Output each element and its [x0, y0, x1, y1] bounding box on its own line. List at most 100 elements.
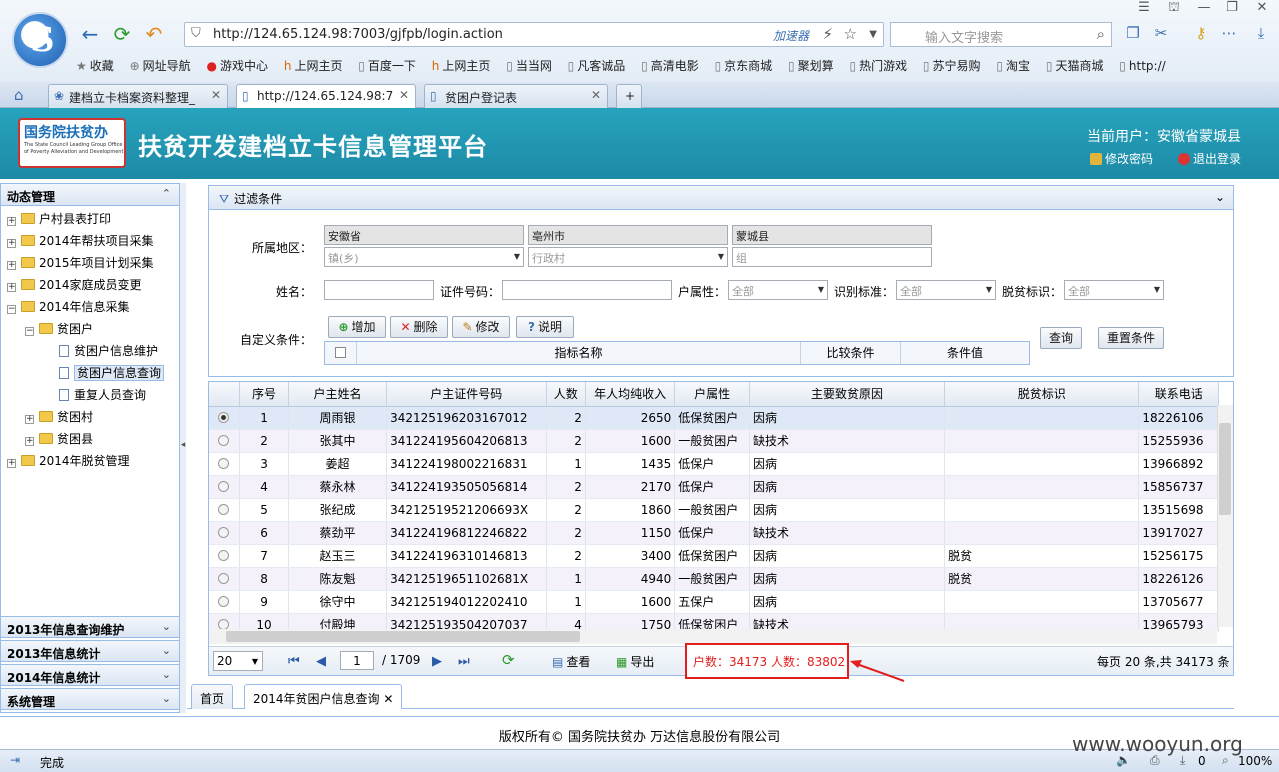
- select-all-checkbox[interactable]: [325, 342, 357, 364]
- view-button[interactable]: ▤ 查看: [552, 653, 590, 670]
- close-tab-icon[interactable]: ✕: [211, 88, 221, 102]
- collapse-icon[interactable]: ⌄: [1215, 190, 1225, 204]
- row-radio[interactable]: [209, 475, 240, 499]
- fav-item[interactable]: ▯ 当当网: [506, 57, 552, 74]
- fav-item[interactable]: ▯ 苏宁易购: [923, 57, 981, 74]
- tree-item-household-maintain[interactable]: 贫困户信息维护: [59, 342, 158, 360]
- prev-page-icon[interactable]: ◀: [316, 654, 326, 669]
- reset-button[interactable]: 重置条件: [1098, 327, 1164, 349]
- logout-link[interactable]: 退出登录: [1178, 150, 1241, 167]
- filter-header[interactable]: ⛛ 过滤条件 ⌄: [209, 186, 1233, 210]
- group-field[interactable]: 组: [732, 247, 932, 267]
- restore-icon[interactable]: ❐: [1222, 0, 1242, 15]
- tree-item-poor-household[interactable]: − 贫困户: [25, 320, 93, 338]
- address-bar[interactable]: ⛉ http://124.65.124.98:7003/gjfpb/login.…: [184, 22, 884, 47]
- table-row[interactable]: 3 姜超 341224198002216831 1 1435 低保户 因病 13966892: [209, 452, 1219, 476]
- menu-icon[interactable]: ☰: [1134, 0, 1154, 15]
- search-box[interactable]: 输入文字搜索 ⌕: [890, 22, 1112, 47]
- browser-tab[interactable]: ❀ 建档立卡档案资料整理_ ✕: [48, 84, 228, 108]
- clipboard-icon[interactable]: ❐: [1122, 24, 1144, 42]
- table-row[interactable]: 2 张其中 341224195604206813 2 1600 一般贫困户 缺技术 15255…: [209, 429, 1219, 453]
- collapse-icon[interactable]: ⌃: [162, 187, 171, 200]
- sidebar-section-2013-stats[interactable]: 2013年信息统计 ⌄: [1, 640, 179, 662]
- key-icon[interactable]: ⚷: [1190, 24, 1212, 42]
- tab-household-query[interactable]: 2014年贫困户信息查询 ✕: [244, 684, 403, 709]
- id-input[interactable]: [502, 280, 672, 300]
- add-button[interactable]: ⊕ 增加: [328, 316, 386, 338]
- sidebar-section-system[interactable]: 系统管理 ⌄: [1, 688, 179, 710]
- table-row[interactable]: 6 蔡劲平 341224196812246822 2 1150 低保户 缺技术 1391702…: [209, 521, 1219, 545]
- star-icon[interactable]: ☆: [844, 25, 857, 43]
- page-number-input[interactable]: 1: [340, 651, 374, 670]
- row-radio[interactable]: [209, 567, 240, 591]
- fav-item[interactable]: ▯ 百度一下: [358, 57, 416, 74]
- new-tab-button[interactable]: +: [616, 84, 642, 108]
- col-header[interactable]: 主要致贫原因: [749, 382, 946, 407]
- sidebar-section-2013-query[interactable]: 2013年信息查询维护 ⌄: [1, 616, 179, 638]
- minimize-icon[interactable]: —: [1194, 0, 1214, 15]
- back-arrow-icon[interactable]: ←: [78, 22, 102, 46]
- row-radio[interactable]: [209, 590, 240, 614]
- browser-tab[interactable]: ▯ 贫困户登记表 ✕: [424, 84, 608, 108]
- table-row[interactable]: 5 张纪成 34212519521206693X 2 1860 一般贫困户 因病 135156…: [209, 498, 1219, 522]
- export-button[interactable]: ▦ 导出: [616, 653, 654, 670]
- edit-button[interactable]: ✎ 修改: [452, 316, 510, 338]
- download-icon[interactable]: ⤓: [1250, 24, 1272, 42]
- search-icon[interactable]: ⌕: [1097, 25, 1105, 43]
- skin-icon[interactable]: ⛫: [1164, 0, 1184, 17]
- tree-item-poor-county[interactable]: + 贫困县: [25, 430, 93, 448]
- refresh-icon[interactable]: ⟳: [110, 22, 134, 46]
- url-text[interactable]: http://124.65.124.98:7003/gjfpb/login.ac…: [213, 27, 503, 42]
- lightning-icon[interactable]: ⚡: [822, 25, 833, 43]
- col-header[interactable]: 年人均纯收入: [585, 382, 676, 407]
- dropdown-icon[interactable]: ▼: [869, 29, 877, 40]
- name-input[interactable]: [324, 280, 434, 300]
- tuopin-select[interactable]: 全部 ▼: [1064, 280, 1164, 300]
- tree-item-print[interactable]: + 户村县表打印: [7, 210, 111, 228]
- first-page-icon[interactable]: ⏮: [288, 654, 300, 669]
- accelerator-label[interactable]: 加速器: [773, 27, 809, 44]
- query-button[interactable]: 查询: [1040, 327, 1082, 349]
- col-header[interactable]: 序号: [239, 382, 290, 407]
- col-header[interactable]: 联系电话: [1138, 382, 1219, 407]
- close-tab-icon[interactable]: ✕: [383, 692, 393, 706]
- fav-item[interactable]: h 上网主页: [432, 57, 491, 74]
- expand-icon[interactable]: ⌄: [162, 620, 171, 633]
- expand-icon[interactable]: ⌄: [162, 668, 171, 681]
- fav-item[interactable]: ▯ 天猫商城: [1046, 57, 1104, 74]
- col-header[interactable]: 户主证件号码: [386, 382, 547, 407]
- table-row[interactable]: 9 徐守中 342125194012202410 1 1600 五保户 因病 13705677: [209, 590, 1219, 614]
- fav-item[interactable]: ▯ 热门游戏: [849, 57, 907, 74]
- tree-item-2014-project[interactable]: +2014年帮扶项目采集: [7, 232, 154, 250]
- row-radio[interactable]: [209, 521, 240, 545]
- home-icon[interactable]: ⌂: [14, 86, 24, 104]
- tree-item-2014-collect[interactable]: −2014年信息采集: [7, 298, 130, 316]
- fav-item[interactable]: ▯ 京东商城: [715, 57, 773, 74]
- close-window-icon[interactable]: ✕: [1252, 0, 1272, 15]
- fav-item[interactable]: ▯ http://: [1119, 59, 1165, 73]
- row-radio[interactable]: [209, 452, 240, 476]
- table-row[interactable]: 1 周雨银 342125196203167012 2 2650 低保贫困户 因病 182261…: [209, 406, 1219, 430]
- table-row[interactable]: 7 赵玉三 341224196310146813 2 3400 低保贫困户 因病 脱贫 1525…: [209, 544, 1219, 568]
- fav-item[interactable]: ● 游戏中心: [207, 57, 269, 74]
- row-radio[interactable]: [209, 406, 240, 430]
- fav-item[interactable]: ▯ 凡客诚品: [568, 57, 626, 74]
- collapse-sidebar-icon[interactable]: ◂: [180, 440, 186, 458]
- col-header[interactable]: 户属性: [674, 382, 750, 407]
- fav-item[interactable]: ▯ 聚划算: [788, 57, 834, 74]
- village-select[interactable]: 行政村 ▼: [528, 247, 728, 267]
- explain-button[interactable]: ? 说明: [516, 316, 574, 338]
- col-header[interactable]: 人数: [546, 382, 586, 407]
- fav-item[interactable]: h 上网主页: [284, 57, 343, 74]
- tree-item-2014-tuopin[interactable]: +2014年脱贫管理: [7, 452, 130, 470]
- col-header[interactable]: 户主姓名: [288, 382, 388, 407]
- browser-logo-icon[interactable]: S: [12, 12, 68, 68]
- browser-tab-active[interactable]: ▯ http://124.65.124.98:7 ✕: [236, 84, 416, 108]
- search-placeholder[interactable]: 输入文字搜索: [925, 27, 1003, 46]
- hushuxing-select[interactable]: 全部 ▼: [728, 280, 828, 300]
- row-radio[interactable]: [209, 498, 240, 522]
- undo-icon[interactable]: ↶: [142, 22, 166, 46]
- town-select[interactable]: 镇(乡) ▼: [324, 247, 524, 267]
- fav-item[interactable]: ★ 收藏: [76, 57, 114, 74]
- more-icon[interactable]: ⋯: [1218, 24, 1240, 42]
